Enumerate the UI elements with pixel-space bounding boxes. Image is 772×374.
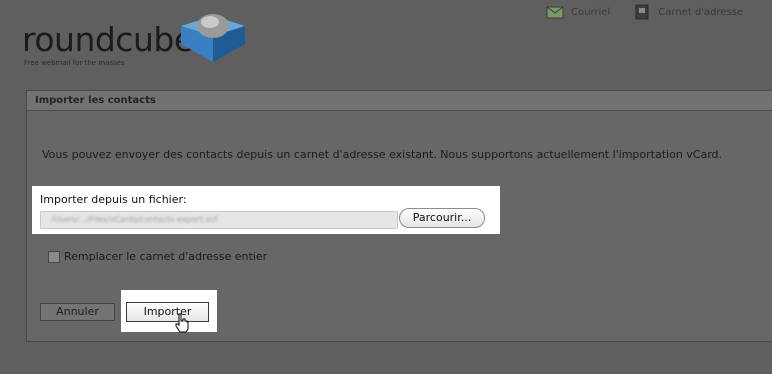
nav-item-address-book[interactable]: Carnet d'adresse: [633, 4, 743, 20]
address-book-icon: [635, 4, 649, 20]
logo-tagline: Free webmail for the masses: [24, 59, 125, 67]
nav-label-address-book: Carnet d'adresse: [658, 6, 744, 18]
nav-label-mail: Courriel: [571, 6, 611, 18]
logo-wordmark: roundcube: [22, 20, 194, 59]
roundcube-logo[interactable]: roundcube Free webmail for the masses: [22, 12, 262, 72]
panel-title: Importer les contacts: [27, 91, 772, 111]
import-button[interactable]: Importer: [126, 302, 209, 322]
browse-button[interactable]: Parcourir...: [399, 208, 485, 228]
top-navigation: Courriel Carnet d'adresse: [546, 4, 761, 24]
import-button-highlight: Importer: [121, 290, 217, 332]
replace-checkbox[interactable]: [48, 250, 60, 263]
file-import-section: Importer depuis un fichier: /Users/…/Fil…: [32, 186, 500, 234]
hand-cursor-icon: [175, 313, 189, 333]
nav-item-mail[interactable]: Courriel: [546, 4, 610, 20]
file-path-input[interactable]: /Users/…/Files/vCards/contacts-export.vc…: [40, 211, 398, 229]
cube-logo-icon: [181, 14, 245, 62]
file-path-value: /Users/…/Files/vCards/contacts-export.vc…: [51, 215, 218, 224]
replace-addressbook-option[interactable]: Remplacer le carnet d'adresse entier: [48, 250, 267, 263]
import-description: Vous pouvez envoyer des contacts depuis …: [42, 148, 723, 161]
mail-icon: [546, 6, 564, 19]
cancel-button[interactable]: Annuler: [40, 303, 115, 321]
file-import-label: Importer depuis un fichier:: [40, 193, 187, 206]
replace-checkbox-label[interactable]: Remplacer le carnet d'adresse entier: [64, 250, 267, 263]
